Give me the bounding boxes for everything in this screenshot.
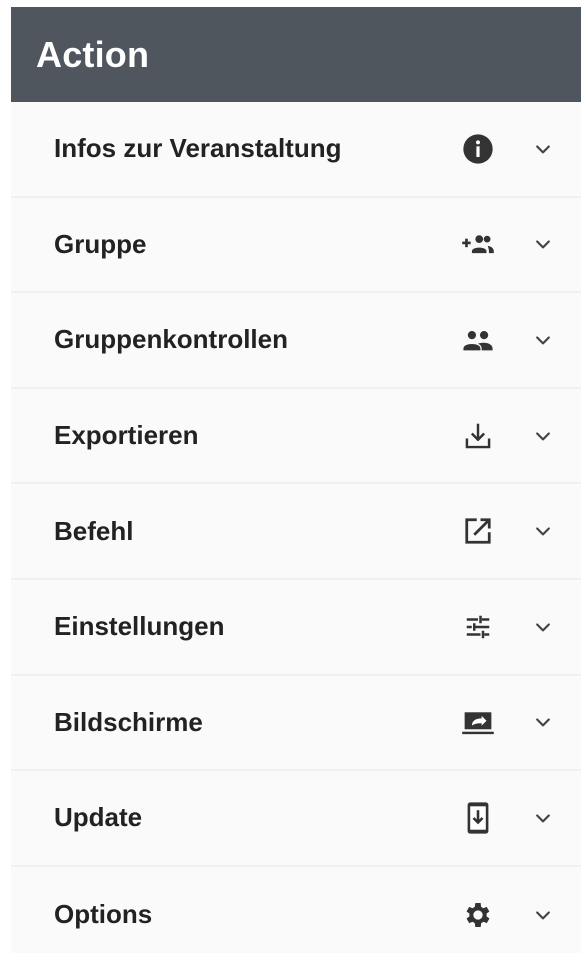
chevron-down-icon[interactable] <box>532 711 554 733</box>
item-infos-zur-veranstaltung[interactable]: Infos zur Veranstaltung <box>11 102 581 198</box>
item-exportieren[interactable]: Exportieren <box>11 389 581 485</box>
item-label: Befehl <box>54 515 134 546</box>
chevron-down-icon[interactable] <box>532 616 554 638</box>
panel-header: Action <box>11 7 581 102</box>
item-label: Einstellungen <box>54 611 225 642</box>
item-label: Bildschirme <box>54 706 203 737</box>
item-label: Update <box>54 802 143 833</box>
chevron-down-icon[interactable] <box>532 425 554 447</box>
download-icon <box>461 419 495 453</box>
item-befehl[interactable]: Befehl <box>11 484 581 580</box>
item-label: Gruppe <box>54 228 147 259</box>
item-gruppenkontrollen[interactable]: Gruppenkontrollen <box>11 293 581 389</box>
item-label: Exportieren <box>54 420 199 451</box>
item-label: Options <box>54 899 153 930</box>
chevron-down-icon[interactable] <box>532 807 554 829</box>
screen-share-icon <box>461 705 495 739</box>
action-list: Infos zur Veranstaltung Gruppe Gruppenko… <box>11 102 581 962</box>
item-einstellungen[interactable]: Einstellungen <box>11 580 581 676</box>
chevron-down-icon[interactable] <box>532 329 554 351</box>
chevron-down-icon[interactable] <box>532 138 554 160</box>
people-icon <box>461 323 495 357</box>
item-gruppe[interactable]: Gruppe <box>11 198 581 294</box>
item-label: Gruppenkontrollen <box>54 324 288 355</box>
open-in-new-icon <box>461 514 495 548</box>
item-update[interactable]: Update <box>11 771 581 867</box>
chevron-down-icon[interactable] <box>532 904 554 926</box>
panel-title: Action <box>36 33 150 75</box>
item-label: Infos zur Veranstaltung <box>54 133 342 164</box>
system-update-icon <box>461 801 495 835</box>
group-add-icon <box>461 227 495 261</box>
item-bildschirme[interactable]: Bildschirme <box>11 676 581 772</box>
action-panel: Action Infos zur Veranstaltung Gruppe Gr <box>11 7 581 953</box>
gear-icon <box>461 898 495 932</box>
info-icon <box>461 132 495 166</box>
item-options[interactable]: Options <box>11 867 581 962</box>
tune-icon <box>461 610 495 644</box>
chevron-down-icon[interactable] <box>532 233 554 255</box>
chevron-down-icon[interactable] <box>532 520 554 542</box>
